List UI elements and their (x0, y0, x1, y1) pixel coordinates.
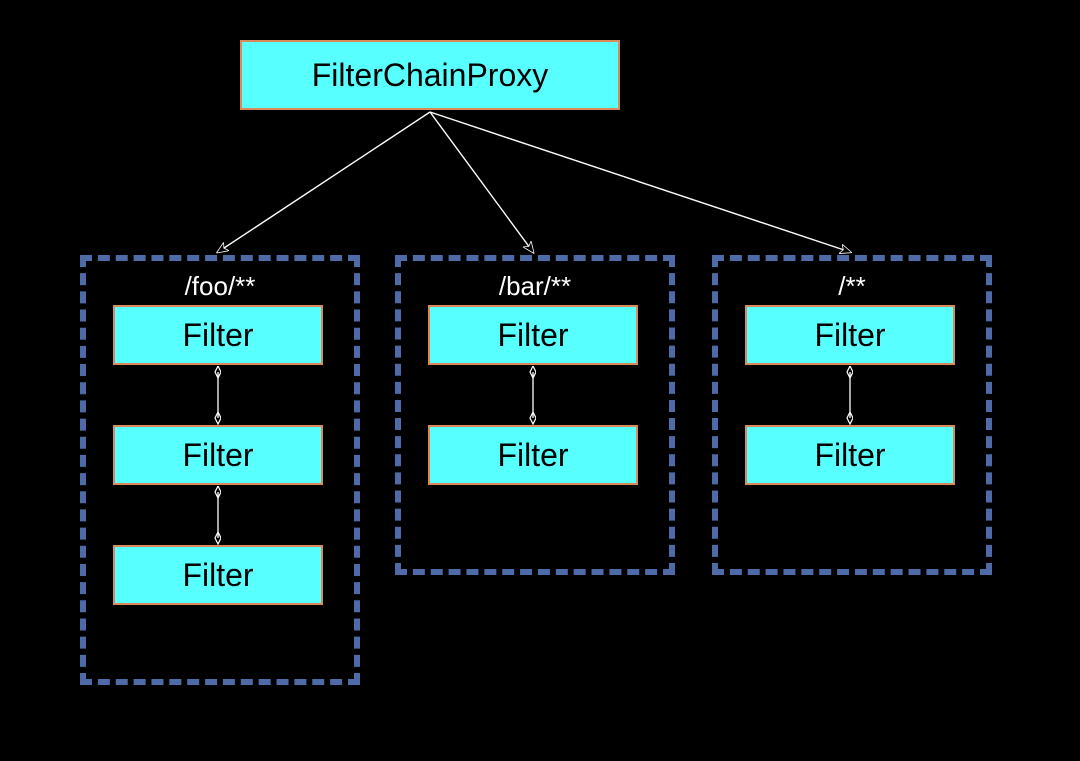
filter-box: Filter (745, 305, 955, 365)
cluster-all: /** (712, 255, 992, 575)
filter-label: Filter (182, 437, 253, 474)
arrow-root-to-bar (430, 112, 533, 252)
cluster-foo-title: /foo/** (86, 271, 354, 302)
cluster-bar-title: /bar/** (401, 271, 669, 302)
arrow-root-to-all (430, 112, 850, 252)
filter-label: Filter (497, 437, 568, 474)
filter-label: Filter (182, 557, 253, 594)
filter-label: Filter (814, 437, 885, 474)
root-label: FilterChainProxy (312, 57, 549, 94)
filter-label: Filter (497, 317, 568, 354)
filter-box: Filter (428, 425, 638, 485)
filter-box: Filter (113, 545, 323, 605)
filter-label: Filter (182, 317, 253, 354)
root-box: FilterChainProxy (240, 40, 620, 110)
cluster-all-title: /** (718, 271, 986, 302)
filter-box: Filter (745, 425, 955, 485)
filter-box: Filter (113, 425, 323, 485)
cluster-bar: /bar/** (395, 255, 675, 575)
filter-box: Filter (113, 305, 323, 365)
arrow-root-to-foo (218, 112, 430, 252)
filter-box: Filter (428, 305, 638, 365)
filter-label: Filter (814, 317, 885, 354)
